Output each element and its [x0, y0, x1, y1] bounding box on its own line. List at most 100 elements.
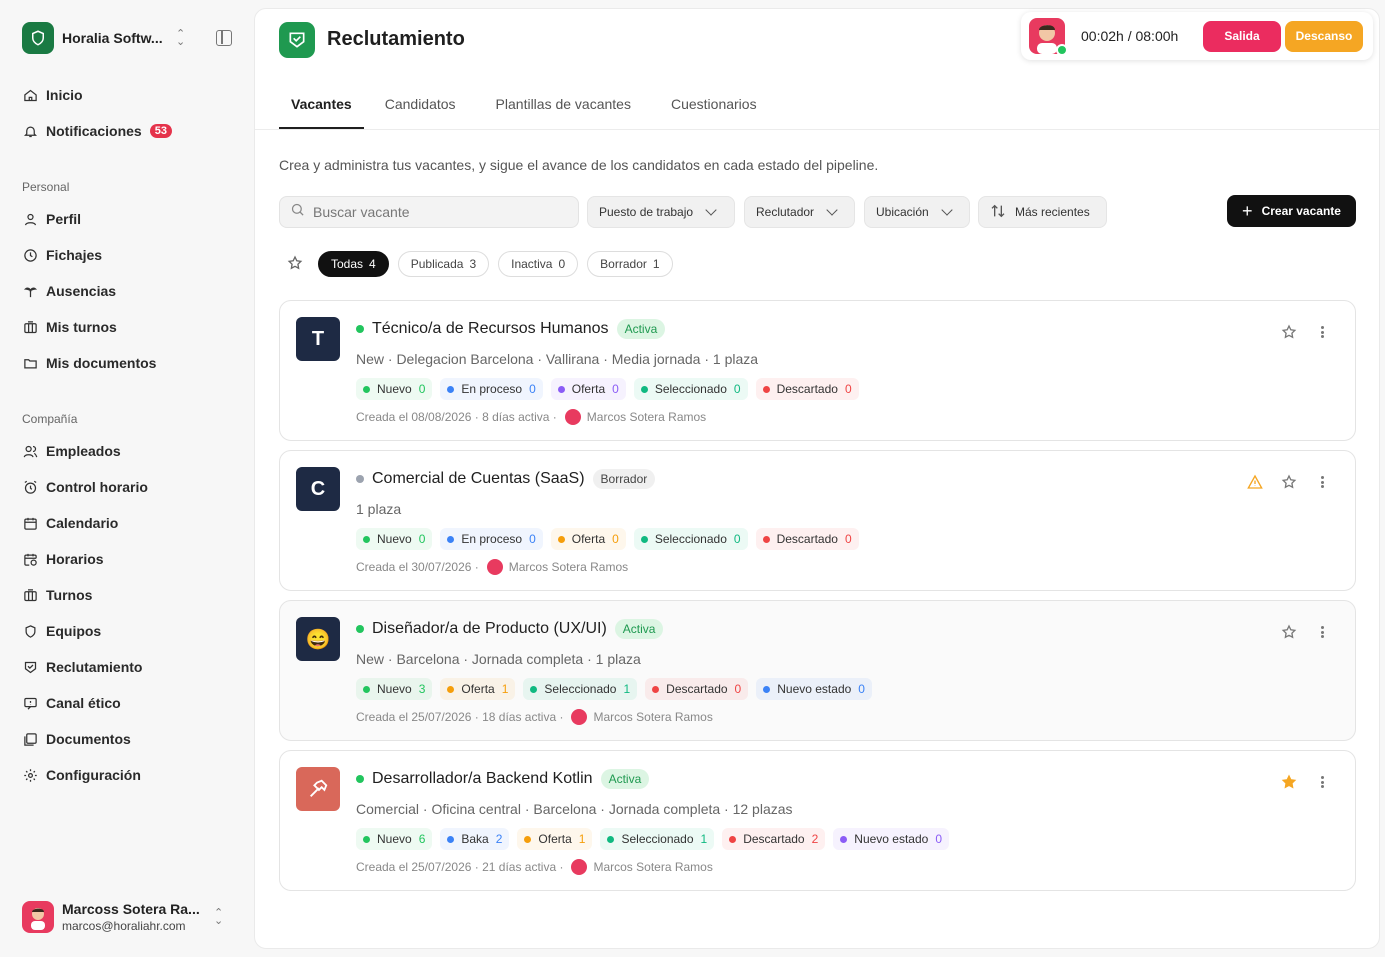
sort-button[interactable]: Más recientes — [978, 196, 1107, 228]
chip-label: Inactiva — [511, 257, 553, 271]
pipeline-stage[interactable]: Oferta 1 — [440, 678, 516, 700]
sidebar-item-label: Turnos — [46, 587, 93, 603]
pipeline-stage[interactable]: Descartado 0 — [755, 378, 859, 400]
vacancy-title[interactable]: Técnico/a de Recursos Humanos — [372, 320, 609, 338]
pipeline-stage[interactable]: Descartado 0 — [645, 678, 749, 700]
pipeline-stage[interactable]: Descartado 2 — [722, 828, 826, 850]
search-box[interactable] — [279, 196, 579, 228]
pipeline-stages: Nuevo 3 Oferta 1 Seleccionado 1 Descartado 0 Nue… — [356, 678, 880, 700]
pipeline-stage[interactable]: Baka 2 — [440, 828, 510, 850]
pipeline-stage[interactable]: Seleccionado 0 — [633, 528, 748, 550]
folder-icon — [22, 355, 38, 371]
chevron-down-icon — [705, 204, 717, 216]
filter-reclutador[interactable]: Reclutador — [744, 196, 855, 228]
sidebar-item-configuracion[interactable]: Configuración — [22, 763, 141, 787]
favorite-star-icon[interactable] — [1281, 774, 1297, 790]
vacancy-card[interactable]: 😄 Diseñador/a de Producto (UX/UI) Activa Ne… — [279, 600, 1356, 741]
sidebar-item-horarios[interactable]: Horarios — [22, 547, 104, 571]
sidebar-item-documentos[interactable]: Documentos — [22, 727, 131, 751]
pipeline-stage[interactable]: Seleccionado 1 — [600, 828, 715, 850]
stage-dot — [640, 535, 648, 543]
vacancy-card[interactable]: T Técnico/a de Recursos Humanos Activa New … — [279, 300, 1356, 441]
chip-count: 4 — [369, 257, 376, 271]
more-options-icon[interactable] — [1317, 324, 1327, 340]
stage-label: Oferta — [461, 682, 495, 696]
sidebar-item-label: Perfil — [46, 211, 82, 227]
pipeline-stage[interactable]: Oferta 0 — [550, 528, 626, 550]
pipeline-stage[interactable]: Oferta 0 — [550, 378, 626, 400]
pipeline-stage[interactable]: Seleccionado 0 — [633, 378, 748, 400]
pipeline-stage[interactable]: Descartado 0 — [755, 528, 859, 550]
favorite-star-icon[interactable] — [1281, 624, 1297, 640]
salida-button[interactable]: Salida — [1203, 20, 1281, 52]
sidebar-item-turnos[interactable]: Turnos — [22, 583, 92, 607]
tab-cuestionarios[interactable]: Cuestionarios — [659, 89, 769, 129]
user-menu[interactable]: Marcoss Sotera Ra... marcos@horaliahr.co… — [22, 900, 232, 934]
sidebar-item-label: Horarios — [46, 551, 104, 567]
sidebar-item-ausencias[interactable]: Ausencias — [22, 279, 116, 303]
sidebar-item-control-horario[interactable]: Control horario — [22, 475, 148, 499]
calendar-icon — [22, 515, 38, 531]
vacancy-title[interactable]: Comercial de Cuentas (SaaS) — [372, 470, 585, 488]
pipeline-stage[interactable]: Nuevo estado 0 — [833, 828, 950, 850]
pipeline-stage[interactable]: Nuevo estado 0 — [756, 678, 872, 700]
sidebar-item-label: Canal ético — [46, 695, 121, 711]
chip-todas[interactable]: Todas 4 — [318, 251, 389, 277]
workspace-switcher[interactable]: Horalia Softw... ⌃ ⌄ — [22, 22, 232, 54]
sidebar-item-inicio[interactable]: Inicio — [22, 83, 83, 107]
tab-vacantes[interactable]: Vacantes — [279, 89, 364, 129]
sidebar-item-mis-turnos[interactable]: Mis turnos — [22, 315, 117, 339]
pipeline-stage[interactable]: Seleccionado 1 — [523, 678, 638, 700]
stage-dot — [447, 835, 455, 843]
tab-candidatos[interactable]: Candidatos — [373, 89, 468, 129]
sidebar-toggle-icon[interactable] — [216, 30, 232, 46]
stage-count: 0 — [418, 532, 426, 546]
pipeline-stage[interactable]: Nuevo 0 — [356, 378, 433, 400]
sidebar-item-fichajes[interactable]: Fichajes — [22, 243, 102, 267]
pipeline-stage[interactable]: Nuevo 0 — [356, 528, 433, 550]
sidebar-item-perfil[interactable]: Perfil — [22, 207, 81, 231]
sidebar-item-empleados[interactable]: Empleados — [22, 439, 121, 463]
clock-icon — [22, 247, 38, 263]
sidebar-item-calendario[interactable]: Calendario — [22, 511, 118, 535]
sidebar-item-equipos[interactable]: Equipos — [22, 619, 101, 643]
sidebar-item-reclutamiento[interactable]: Reclutamiento — [22, 655, 142, 679]
favorite-star-icon[interactable] — [1281, 324, 1297, 340]
warning-icon[interactable] — [1247, 474, 1263, 490]
stage-dot — [363, 385, 370, 393]
pipeline-stage[interactable]: En proceso 0 — [440, 378, 543, 400]
vacancy-card[interactable]: C Comercial de Cuentas (SaaS) Borrador 1 pl… — [279, 450, 1356, 591]
chip-inactiva[interactable]: Inactiva 0 — [498, 251, 579, 277]
favorites-filter-star-icon[interactable] — [287, 255, 303, 271]
create-vacancy-button[interactable]: + Crear vacante — [1227, 195, 1356, 227]
sidebar-item-notificaciones[interactable]: Notificaciones 53 — [22, 119, 172, 143]
sidebar-item-mis-documentos[interactable]: Mis documentos — [22, 351, 156, 375]
more-options-icon[interactable] — [1317, 624, 1327, 640]
pipeline-stage[interactable]: En proceso 0 — [440, 528, 543, 550]
favorite-star-icon[interactable] — [1281, 474, 1297, 490]
status-dot — [356, 775, 364, 783]
chip-label: Publicada — [410, 257, 464, 271]
vacancy-meta: New · Delegacion Barcelona · Vallirana ·… — [356, 351, 759, 367]
tab-plantillas[interactable]: Plantillas de vacantes — [484, 89, 643, 129]
pipeline-stage[interactable]: Nuevo 3 — [356, 678, 433, 700]
main-panel: Reclutamiento 00:02h / 08:00h Salida Des… — [254, 8, 1380, 949]
chip-borrador[interactable]: Borrador 1 — [587, 251, 673, 277]
stage-dot — [607, 835, 615, 843]
vacancy-title[interactable]: Desarrollador/a Backend Kotlin — [372, 770, 593, 788]
more-options-icon[interactable] — [1317, 774, 1327, 790]
search-input[interactable] — [313, 204, 553, 220]
vacancy-card[interactable]: Desarrollador/a Backend Kotlin Activa Come… — [279, 750, 1356, 891]
vacancy-footer: Creada el 25/07/2026 · 18 días activa · M… — [356, 709, 713, 725]
more-options-icon[interactable] — [1317, 474, 1327, 490]
vacancy-title[interactable]: Diseñador/a de Producto (UX/UI) — [372, 620, 607, 638]
pipeline-stage[interactable]: Oferta 1 — [517, 828, 593, 850]
chip-publicada[interactable]: Publicada 3 — [397, 251, 490, 277]
status-dot — [356, 475, 364, 483]
descanso-button[interactable]: Descanso — [1285, 20, 1363, 52]
filter-puesto[interactable]: Puesto de trabajo — [587, 196, 735, 228]
sidebar-item-label: Fichajes — [46, 247, 103, 263]
sidebar-item-canal-etico[interactable]: Canal ético — [22, 691, 121, 715]
filter-ubicacion[interactable]: Ubicación — [864, 196, 970, 228]
pipeline-stage[interactable]: Nuevo 6 — [356, 828, 433, 850]
